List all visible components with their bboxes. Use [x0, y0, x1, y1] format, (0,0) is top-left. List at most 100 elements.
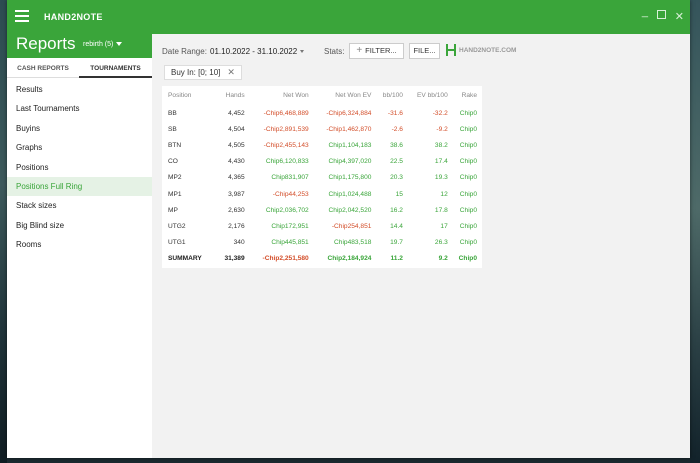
stats-label: Stats: — [324, 47, 345, 56]
column-header[interactable]: Net Won — [250, 86, 314, 105]
nav-item-buyins[interactable]: Buyins — [7, 119, 152, 138]
table-row[interactable]: SB 4,504 -Chip2,891,539 -Chip1,462,870 -2.6 -… — [162, 121, 482, 137]
table-cell: -Chip2,891,539 — [263, 125, 309, 133]
active-filter-chip[interactable]: Buy In: [0; 10] ✕ — [164, 65, 242, 80]
table-row[interactable]: UTG2 2,176 Chip172,951 -Chip254,851 14.4 17 Ch… — [162, 218, 482, 234]
filter-button[interactable]: + FILTER... — [349, 43, 404, 59]
nav-item-graphs[interactable]: Graphs — [7, 138, 152, 157]
nav-item-positions[interactable]: Positions — [7, 158, 152, 177]
date-range-value: 01.10.2022 - 31.10.2022 — [210, 47, 298, 56]
summary-row[interactable]: SUMMARY 31,389 -Chip2,251,580 Chip2,184,924… — [162, 251, 482, 267]
table-row[interactable]: BB 4,452 -Chip6,468,889 -Chip6,324,884 -31.6… — [162, 105, 482, 121]
table-row[interactable]: UTG1 340 Chip445,851 Chip483,518 19.7 26.3 Chi… — [162, 235, 482, 251]
minimize-icon[interactable]: _ — [642, 6, 648, 18]
close-icon[interactable]: ✕ — [675, 10, 684, 23]
table-cell: -Chip6,468,889 — [263, 109, 309, 117]
tab-cash-reports[interactable]: CASH REPORTS — [7, 58, 79, 78]
table-cell: SUMMARY — [168, 255, 202, 263]
app-name: HAND2NOTE — [44, 12, 103, 22]
table-cell: -Chip254,851 — [331, 222, 372, 230]
table-cell: 26.3 — [434, 239, 448, 247]
logo-text: HAND2NOTE.COM — [459, 47, 517, 54]
table-cell: Chip1,104,183 — [328, 141, 372, 149]
column-header[interactable]: Hands — [218, 86, 250, 105]
nav-item-results[interactable]: Results — [7, 80, 152, 99]
table-cell: Chip2,042,520 — [328, 206, 372, 214]
nav-item-big-blind-size[interactable]: Big Blind size — [7, 216, 152, 235]
table-cell: 16.2 — [390, 206, 403, 214]
table-cell: Chip172,951 — [271, 222, 309, 230]
table-cell: 11.2 — [390, 255, 403, 263]
column-header[interactable]: Net Won EV — [314, 86, 377, 105]
table-cell: 31,389 — [224, 255, 245, 263]
title-bar: HAND2NOTE _ ✕ — [7, 0, 690, 34]
table-cell: 38.2 — [434, 141, 448, 149]
table-cell: Chip0 — [459, 109, 477, 117]
table-cell: 38.6 — [390, 141, 403, 149]
table-cell: 3,987 — [228, 190, 245, 198]
table-cell: Chip0 — [459, 125, 477, 133]
table-cell: Chip483,518 — [334, 239, 372, 247]
table-cell: 15 — [395, 190, 403, 198]
table-row[interactable]: MP1 3,987 -Chip44,253 Chip1,024,488 15 12 Chip… — [162, 186, 482, 202]
column-header[interactable]: Rake — [453, 86, 482, 105]
table-cell: Chip0 — [459, 222, 477, 230]
date-range-dropdown[interactable]: 01.10.2022 - 31.10.2022 — [210, 47, 305, 56]
nav-item-stack-sizes[interactable]: Stack sizes — [7, 196, 152, 215]
nav-item-last-tournaments[interactable]: Last Tournaments — [7, 99, 152, 118]
table-cell: -Chip2,251,580 — [262, 255, 309, 263]
table-cell: Chip0 — [459, 206, 477, 214]
nav-item-rooms[interactable]: Rooms — [7, 235, 152, 254]
table-cell: UTG1 — [168, 239, 186, 247]
column-header[interactable]: EV bb/100 — [408, 86, 453, 105]
desktop-background-left — [0, 0, 7, 463]
table-body: BB 4,452 -Chip6,468,889 -Chip6,324,884 -31.6… — [162, 105, 482, 267]
table-cell: UTG2 — [168, 222, 186, 230]
nav-item-positions-full-ring[interactable]: Positions Full Ring — [7, 176, 152, 197]
table-cell: 340 — [233, 239, 245, 247]
date-range-label: Date Range: — [162, 47, 207, 56]
desktop-background-right — [690, 0, 700, 463]
table-cell: Chip445,851 — [271, 239, 309, 247]
column-header[interactable]: Position — [162, 86, 218, 105]
table-cell: 17 — [440, 222, 448, 230]
table-cell: 4,504 — [228, 125, 245, 133]
table-cell: 4,452 — [228, 109, 245, 117]
app-window: HAND2NOTE _ ✕ Reports rebirth (5) CASH R… — [7, 0, 690, 458]
table-cell: Chip2,036,702 — [265, 206, 309, 214]
table-cell: 4,430 — [228, 158, 245, 166]
chevron-down-icon — [116, 42, 123, 47]
table-row[interactable]: MP2 4,365 Chip831,907 Chip1,175,800 20.3 19.3… — [162, 170, 482, 186]
table-cell: Chip1,024,488 — [328, 190, 372, 198]
table-cell: 22.5 — [390, 158, 403, 166]
hand2note-logo: HAND2NOTE.COM — [446, 44, 516, 58]
filter-button-label: FILTER... — [365, 46, 397, 55]
table-cell: Chip1,175,800 — [328, 174, 372, 182]
profile-dropdown[interactable]: rebirth (5) — [83, 41, 123, 48]
maximize-icon[interactable] — [657, 10, 666, 22]
table-cell: -9.2 — [436, 125, 448, 133]
table-cell: 4,365 — [228, 174, 245, 182]
tab-tournaments[interactable]: TOURNAMENTS — [79, 58, 152, 78]
table-row[interactable]: MP 2,630 Chip2,036,702 Chip2,042,520 16.2 17.… — [162, 202, 482, 218]
table-cell: 2,630 — [228, 206, 245, 214]
table-cell: 14.4 — [390, 222, 403, 230]
hamburger-menu-icon[interactable] — [15, 10, 29, 22]
column-header[interactable]: bb/100 — [376, 86, 408, 105]
table-cell: 20.3 — [390, 174, 403, 182]
table-cell: 4,505 — [228, 141, 245, 149]
remove-filter-icon[interactable]: ✕ — [227, 67, 235, 77]
table-cell: -Chip1,462,870 — [326, 125, 372, 133]
table-row[interactable]: BTN 4,505 -Chip2,455,143 Chip1,104,183 38.6 3… — [162, 137, 482, 153]
table-cell: BB — [168, 109, 177, 117]
table-cell: BTN — [168, 141, 182, 149]
filter-bar: Date Range: 01.10.2022 - 31.10.2022 Stat… — [152, 34, 682, 64]
h2n-logo-icon — [446, 44, 456, 57]
reports-header: Reports rebirth (5) — [7, 34, 152, 58]
table-cell: Chip0 — [459, 158, 477, 166]
table-row[interactable]: CO 4,430 Chip6,120,833 Chip4,397,020 22.5 17.… — [162, 154, 482, 170]
profile-label: rebirth (5) — [83, 41, 114, 48]
file-button[interactable]: FILE... — [409, 43, 440, 59]
plus-icon: + — [356, 45, 363, 56]
table-cell: 9.2 — [438, 255, 448, 263]
